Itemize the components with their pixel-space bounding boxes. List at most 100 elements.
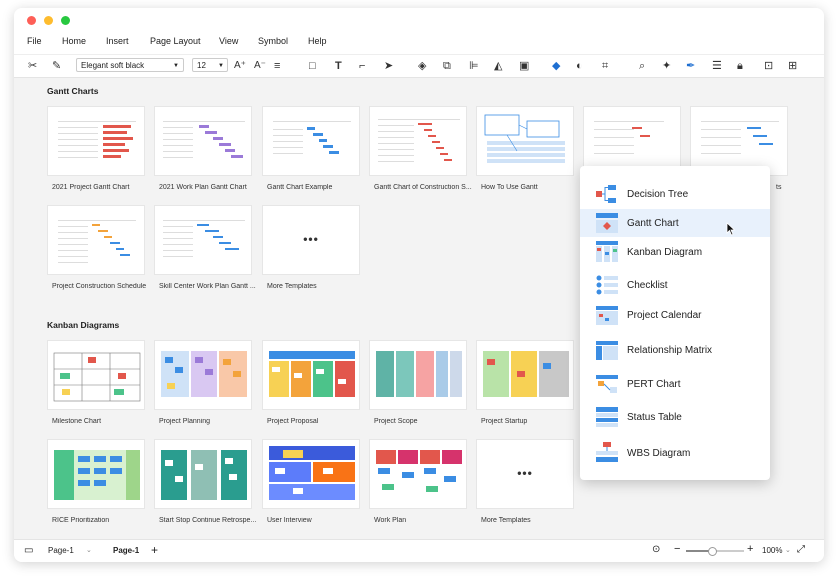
cut-icon[interactable]: ✂ — [28, 59, 37, 73]
menu-item-kanban-diagram[interactable]: Kanban Diagram — [580, 238, 770, 266]
font-family-select[interactable]: Elegant soft black ▼ — [76, 58, 184, 72]
crop-icon[interactable]: ⌗ — [602, 59, 608, 73]
flip-icon[interactable]: ◭ — [494, 59, 502, 73]
chevron-down-icon[interactable]: ⌄ — [785, 546, 791, 554]
increase-font-icon[interactable]: A⁺ — [234, 59, 246, 73]
shape-style-icon[interactable]: ◐ — [576, 59, 583, 73]
menu-home[interactable]: Home — [62, 36, 86, 46]
more-templates-card[interactable]: ••• — [476, 439, 574, 509]
search-icon[interactable]: ⌕ — [639, 59, 645, 73]
align-icon[interactable]: ≡ — [274, 59, 280, 73]
menu-item-checklist[interactable]: Checklist — [580, 271, 770, 299]
chevron-down-icon: ▼ — [173, 63, 179, 69]
more-templates-card[interactable]: ••• — [262, 205, 360, 275]
page-dropdown[interactable]: Page-1 — [48, 546, 74, 555]
title-bar — [14, 8, 824, 32]
align-left-icon[interactable]: ⊫ — [469, 59, 479, 73]
template-card[interactable] — [476, 340, 574, 410]
fit-icon[interactable]: ⊡ — [764, 59, 773, 73]
close-window-button[interactable] — [27, 16, 36, 25]
template-card[interactable] — [47, 340, 145, 410]
menu-page-layout[interactable]: Page Layout — [150, 36, 201, 46]
text-icon[interactable]: T — [335, 59, 342, 73]
minimize-window-button[interactable] — [44, 16, 53, 25]
gantt-thumbnail — [484, 114, 565, 163]
project-calendar-icon — [596, 306, 618, 325]
menu-item-project-calendar[interactable]: Project Calendar — [580, 301, 770, 329]
template-card[interactable] — [369, 340, 467, 410]
fill-color-icon[interactable]: ◆ — [552, 59, 560, 73]
template-card[interactable] — [47, 106, 145, 176]
template-label: Project Construction Schedule — [52, 283, 147, 290]
kanban-diagram-icon — [596, 241, 618, 262]
template-card[interactable] — [154, 205, 252, 275]
maximize-window-button[interactable] — [61, 16, 70, 25]
menu-item-gantt-chart[interactable]: Gantt Chart — [580, 209, 770, 237]
rectangle-icon[interactable]: □ — [309, 59, 316, 73]
size-icon[interactable]: ▣ — [519, 59, 529, 73]
template-card[interactable] — [262, 340, 360, 410]
menu-item-relationship-matrix[interactable]: Relationship Matrix — [580, 336, 770, 364]
kanban-thumbnail — [269, 446, 355, 500]
gantt-thumbnail — [378, 119, 460, 162]
pointer-icon[interactable]: ➤ — [384, 59, 393, 73]
status-table-icon — [596, 407, 618, 427]
template-label: Work Plan — [374, 517, 407, 524]
lock-icon[interactable]: 🔒︎ — [737, 59, 743, 73]
play-icon[interactable]: ⊙ — [652, 544, 660, 555]
kanban-thumbnail — [54, 450, 140, 500]
template-card[interactable] — [154, 439, 252, 509]
section-title-gantt: Gantt Charts — [47, 86, 99, 96]
menu-item-wbs-diagram[interactable]: WBS Diagram — [580, 439, 770, 467]
zoom-slider-handle[interactable] — [708, 547, 717, 556]
menu-item-decision-tree[interactable]: Decision Tree — [580, 180, 770, 208]
template-card[interactable] — [262, 439, 360, 509]
gantt-thumbnail — [58, 220, 136, 263]
page-tab-active[interactable]: Page-1 — [113, 546, 139, 555]
chevron-down-icon[interactable]: ⌄ — [86, 546, 92, 554]
template-card[interactable] — [47, 439, 145, 509]
add-page-icon[interactable]: + — [151, 543, 158, 557]
relationship-matrix-icon — [596, 341, 618, 360]
template-card[interactable] — [47, 205, 145, 275]
zoom-in-icon[interactable]: + — [747, 543, 753, 555]
template-label: More Templates — [481, 517, 531, 524]
page-panel-icon[interactable]: ▭ — [24, 545, 33, 556]
menu-item-pert-chart[interactable]: PERT Chart — [580, 370, 770, 398]
layers-icon[interactable]: ◈ — [418, 59, 426, 73]
gantt-thumbnail — [163, 220, 245, 257]
template-card[interactable] — [476, 106, 574, 176]
template-card[interactable] — [154, 340, 252, 410]
template-card[interactable] — [154, 106, 252, 176]
menu-item-status-table[interactable]: Status Table — [580, 403, 770, 431]
template-card[interactable] — [369, 439, 467, 509]
menu-file[interactable]: File — [27, 36, 42, 46]
fullscreen-icon[interactable]: ⤢ — [797, 544, 805, 555]
template-card[interactable] — [262, 106, 360, 176]
zoom-out-icon[interactable]: − — [674, 543, 680, 555]
template-label: 2021 Work Plan Gantt Chart — [159, 184, 247, 191]
menu-help[interactable]: Help — [308, 36, 327, 46]
template-label: Gantt Chart Example — [267, 184, 333, 191]
format-painter-icon[interactable]: ✎ — [52, 59, 61, 73]
more-tools-icon[interactable]: ⊞ — [788, 59, 797, 73]
menu-insert[interactable]: Insert — [106, 36, 129, 46]
template-label: Project Planning — [159, 418, 210, 425]
menu-bar: File Home Insert Page Layout View Symbol… — [14, 32, 824, 50]
line-style-icon[interactable]: ☰ — [712, 59, 722, 73]
kanban-thumbnail — [161, 351, 247, 397]
font-size-select[interactable]: 12 ▼ — [192, 58, 228, 72]
template-card[interactable] — [369, 106, 467, 176]
mark-icon[interactable]: ✦ — [662, 59, 671, 73]
decrease-font-icon[interactable]: A⁻ — [254, 59, 266, 73]
connector-icon[interactable]: ⌐ — [359, 59, 365, 73]
gantt-thumbnail — [163, 121, 245, 158]
menu-symbol[interactable]: Symbol — [258, 36, 288, 46]
gantt-thumbnail — [58, 121, 136, 158]
gantt-chart-icon — [596, 213, 618, 233]
zoom-level[interactable]: 100% — [762, 546, 782, 555]
menu-view[interactable]: View — [219, 36, 238, 46]
zoom-slider[interactable] — [686, 547, 744, 556]
group-icon[interactable]: ⧉ — [443, 59, 451, 73]
line-color-icon[interactable]: ✒ — [686, 59, 695, 73]
